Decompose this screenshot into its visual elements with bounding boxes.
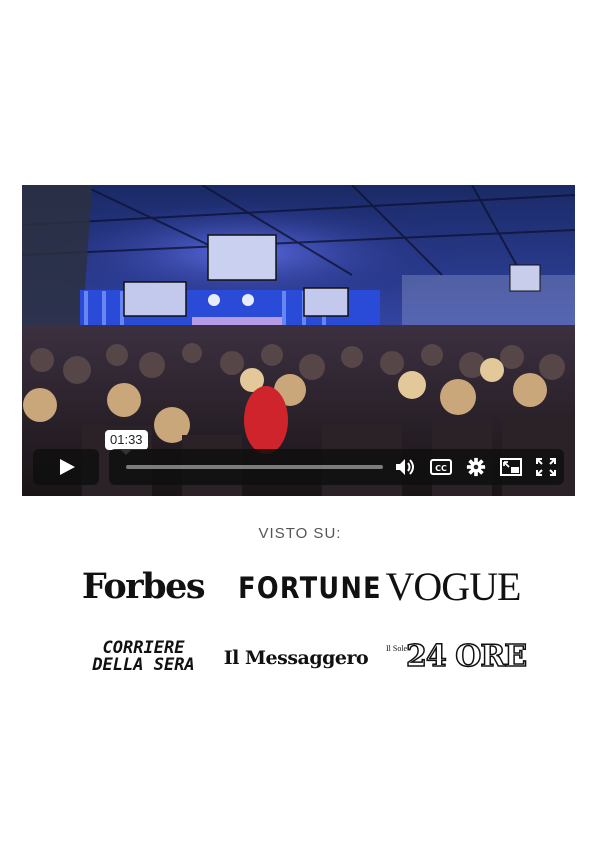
sole-24-ore-logo: Il Sole 24 ORE	[386, 638, 528, 678]
fullscreen-button[interactable]	[535, 457, 557, 477]
play-icon	[60, 459, 75, 475]
corriere-line-2: DELLA SERA	[92, 655, 195, 675]
control-bar: CC	[109, 449, 564, 485]
play-button[interactable]	[33, 449, 99, 485]
sole-small-text: Il Sole	[386, 644, 408, 653]
time-tooltip: 01:33	[105, 430, 148, 455]
captions-label: CC	[435, 464, 447, 473]
video-player[interactable]: 01:33 CC	[22, 185, 575, 496]
settings-icon	[466, 457, 486, 477]
progress-bar[interactable]	[126, 465, 383, 469]
vogue-logo: VOGUE	[385, 564, 522, 609]
captions-button[interactable]: CC	[430, 457, 452, 477]
forbes-logo: Forbes	[81, 566, 206, 607]
settings-button[interactable]	[465, 457, 487, 477]
captions-icon: CC	[430, 459, 452, 475]
fullscreen-icon	[536, 458, 556, 476]
volume-icon	[396, 459, 414, 475]
sole-big-text: 24 ORE	[405, 638, 528, 675]
il-messaggero-logo: Il Messaggero	[223, 647, 369, 669]
corriere-della-sera-logo: CORRIERE DELLA SERA	[80, 640, 207, 674]
picture-in-picture-button[interactable]	[500, 457, 522, 477]
fortune-logo: FORTUNE	[238, 571, 382, 605]
picture-in-picture-icon	[500, 458, 522, 476]
seen-on-label: VISTO SU:	[258, 525, 342, 542]
volume-button[interactable]	[395, 457, 417, 477]
